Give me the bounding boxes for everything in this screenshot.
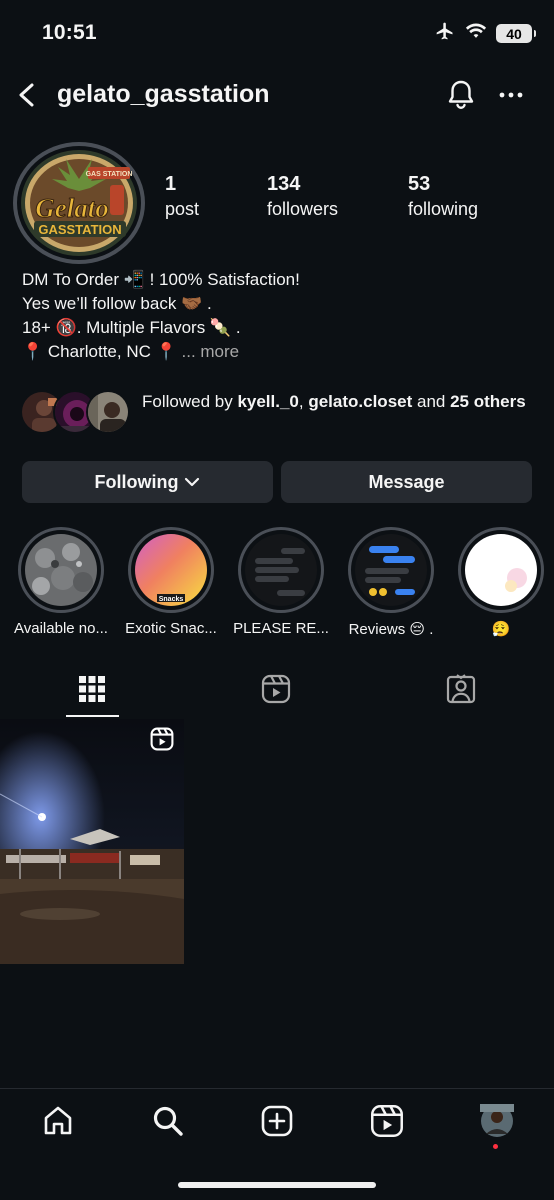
bio-line: DM To Order 📲 ! 100% Satisfaction! xyxy=(22,270,300,289)
stat-followers[interactable]: 134 followers xyxy=(267,172,338,222)
nav-profile[interactable] xyxy=(477,1103,517,1143)
follower-name: gelato.closet xyxy=(308,392,413,411)
active-tab-indicator xyxy=(66,715,119,717)
profile-bio: DM To Order 📲 ! 100% Satisfaction! Yes w… xyxy=(22,268,542,364)
bio-line: Yes we’ll follow back 🤝🏾 . xyxy=(22,294,212,313)
svg-text:GASSTATION: GASSTATION xyxy=(38,222,121,237)
highlight-label: Reviews 😔 . xyxy=(348,621,434,638)
profile-avatar-icon xyxy=(480,1103,514,1143)
svg-text:GAS STATION: GAS STATION xyxy=(86,171,133,178)
nav-search[interactable] xyxy=(148,1103,188,1143)
bio-more-link[interactable]: ... more xyxy=(182,342,240,361)
highlight-item[interactable]: PLEASE RE... xyxy=(226,527,336,637)
highlight-label: Exotic Snac... xyxy=(125,620,217,637)
message-button-label: Message xyxy=(368,471,445,492)
tagged-person-icon xyxy=(446,673,476,709)
create-post-icon xyxy=(260,1104,294,1143)
home-indicator xyxy=(178,1182,376,1188)
stat-posts[interactable]: 1 post xyxy=(165,172,199,222)
bio-line: 📍 Charlotte, NC 📍 xyxy=(22,342,177,361)
highlight-cover xyxy=(355,534,427,606)
highlight-item[interactable]: 😮‍💨 xyxy=(446,527,554,638)
bio-line: 18+ 🔞. Multiple Flavors 🍡 . xyxy=(22,318,241,337)
search-icon xyxy=(151,1104,185,1143)
profile-username: gelato_gasstation xyxy=(57,80,270,108)
highlight-label: Available no... xyxy=(14,620,108,637)
highlight-cover xyxy=(25,534,97,606)
home-icon xyxy=(41,1104,75,1143)
highlight-item[interactable]: Reviews 😔 . xyxy=(336,527,446,638)
tab-reels[interactable] xyxy=(246,666,306,716)
following-button-label: Following xyxy=(94,471,179,492)
wifi-icon xyxy=(465,22,487,45)
bottom-nav-divider xyxy=(0,1088,554,1089)
stat-following-value: 53 xyxy=(408,173,431,195)
message-button[interactable]: Message xyxy=(281,461,532,503)
follower-avatar xyxy=(86,390,130,434)
profile-screen: 10:51 40 gelato_gasstation GAS STATION G… xyxy=(0,0,554,1200)
grid-icon xyxy=(79,675,105,707)
followers-others: 25 others xyxy=(450,392,526,411)
nav-reels[interactable] xyxy=(367,1103,407,1143)
reel-badge-icon xyxy=(150,727,174,756)
back-arrow-icon[interactable] xyxy=(14,80,42,110)
profile-header: gelato_gasstation xyxy=(0,70,554,120)
more-options-icon[interactable] xyxy=(497,82,525,108)
highlight-item[interactable]: Snacks Exotic Snac... xyxy=(116,527,226,637)
svg-text:Snacks: Snacks xyxy=(159,596,184,603)
highlight-label: 😮‍💨 xyxy=(491,621,511,638)
nav-create[interactable] xyxy=(257,1103,297,1143)
reels-icon xyxy=(261,674,291,709)
notification-bell-icon[interactable] xyxy=(445,78,477,112)
battery-icon: 40 xyxy=(496,24,536,43)
profile-avatar[interactable]: GAS STATION Gelato GASSTATION xyxy=(12,141,146,265)
stat-posts-label: post xyxy=(165,199,200,219)
highlight-cover: Snacks xyxy=(135,534,207,606)
stat-followers-label: followers xyxy=(267,199,339,219)
post-thumbnail[interactable] xyxy=(0,719,184,964)
reels-icon xyxy=(370,1104,404,1143)
follower-name: kyell._0 xyxy=(237,392,299,411)
stat-followers-value: 134 xyxy=(267,173,301,195)
highlight-item[interactable]: Available no... xyxy=(6,527,116,637)
highlight-cover xyxy=(245,534,317,606)
highlight-cover xyxy=(465,534,537,606)
stat-following-label: following xyxy=(408,199,479,219)
notification-dot xyxy=(493,1144,498,1149)
nav-home[interactable] xyxy=(38,1103,78,1143)
airplane-icon xyxy=(434,21,456,46)
stat-following[interactable]: 53 following xyxy=(408,172,478,222)
followed-by[interactable]: Followed by kyell._0, gelato.closet and … xyxy=(20,388,540,438)
following-button[interactable]: Following xyxy=(22,461,273,503)
status-time: 10:51 xyxy=(42,21,97,44)
chevron-down-icon xyxy=(184,472,200,493)
highlight-label: PLEASE RE... xyxy=(233,620,329,637)
tab-grid[interactable] xyxy=(62,666,122,716)
svg-text:Gelato: Gelato xyxy=(35,193,109,223)
stat-posts-value: 1 xyxy=(165,173,177,195)
status-bar: 10:51 40 xyxy=(0,0,554,66)
tab-tagged[interactable] xyxy=(431,666,491,716)
